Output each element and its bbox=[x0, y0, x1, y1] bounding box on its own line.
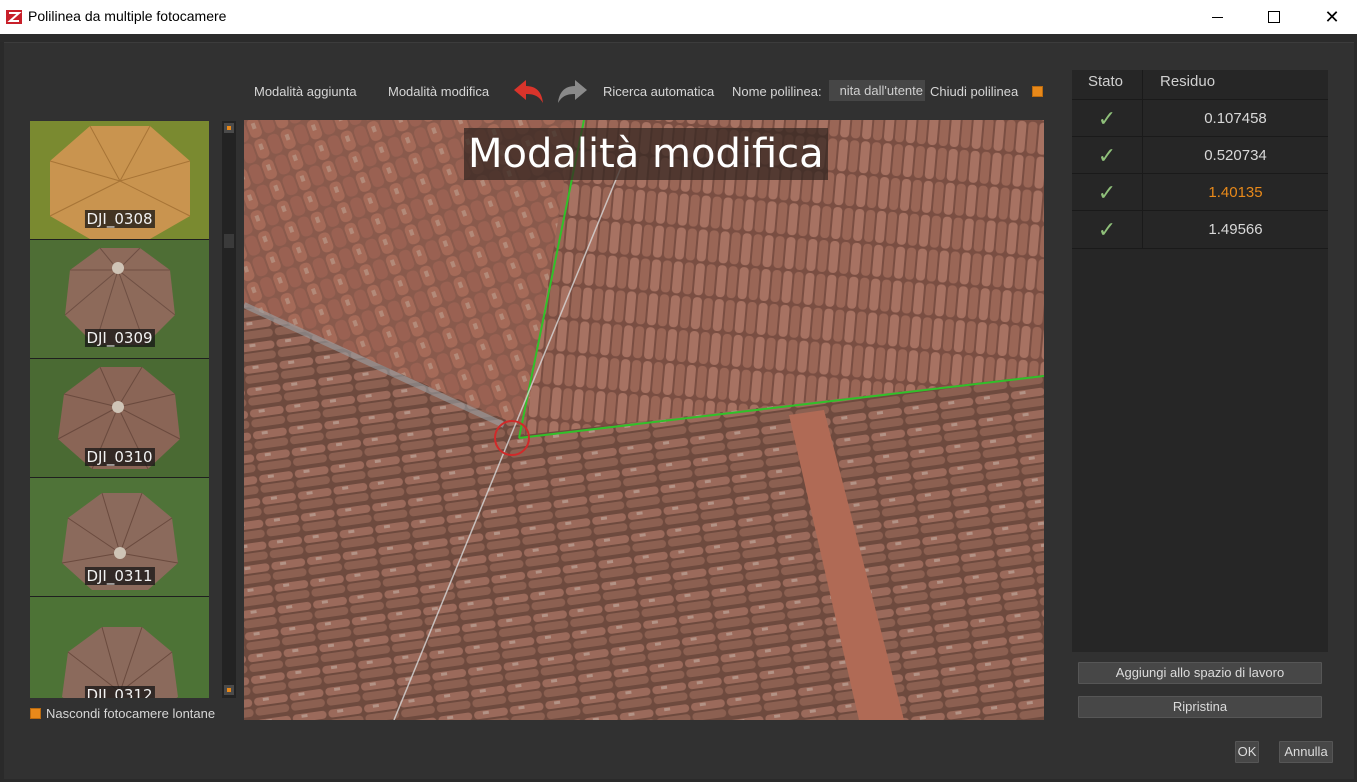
polyline-name-label: Nome polilinea: bbox=[732, 84, 822, 99]
app-logo-icon bbox=[6, 10, 22, 24]
add-mode-button[interactable]: Modalità aggiunta bbox=[254, 84, 357, 99]
mode-title-overlay: Modalità modifica bbox=[464, 128, 828, 180]
ok-button[interactable]: OK bbox=[1235, 741, 1259, 763]
cancel-button[interactable]: Annulla bbox=[1279, 741, 1333, 763]
table-row[interactable]: ✓ 0.520734 bbox=[1072, 136, 1328, 174]
thumbnail-label: DJI_0311 bbox=[84, 567, 155, 585]
thumbnail-scrollbar[interactable] bbox=[222, 121, 236, 698]
redo-icon[interactable] bbox=[555, 77, 589, 105]
status-column-header[interactable]: Stato bbox=[1088, 72, 1123, 102]
residual-value-highlighted: 1.40135 bbox=[1208, 184, 1263, 201]
table-row[interactable]: ✓ 1.40135 bbox=[1072, 173, 1328, 211]
residual-column-header[interactable]: Residuo bbox=[1160, 72, 1215, 102]
polyline-name-input[interactable]: nita dall'utente bbox=[829, 80, 925, 101]
residual-table: Stato Residuo ✓ 0.107458 ✓ 0.520734 ✓ 1.… bbox=[1072, 70, 1328, 652]
check-icon: ✓ bbox=[1072, 137, 1143, 174]
camera-thumbnail[interactable]: DJI_0312 bbox=[30, 597, 209, 698]
check-icon: ✓ bbox=[1072, 100, 1143, 137]
window-title: Polilinea da multiple fotocamere bbox=[28, 8, 227, 24]
camera-thumbnail[interactable]: DJI_0311 bbox=[30, 478, 209, 596]
maximize-button[interactable] bbox=[1245, 0, 1303, 34]
roof-photo bbox=[244, 120, 1044, 720]
table-row[interactable]: ✓ 0.107458 bbox=[1072, 99, 1328, 137]
check-icon: ✓ bbox=[1072, 211, 1143, 248]
hide-far-cameras-checkbox[interactable] bbox=[30, 708, 41, 719]
camera-thumbnail[interactable]: DJI_0308 bbox=[30, 121, 209, 239]
dialog-frame bbox=[0, 34, 1357, 42]
thumbnail-label: DJI_0310 bbox=[84, 448, 155, 466]
thumbnail-label: DJI_0312 bbox=[84, 686, 155, 698]
close-polyline-checkbox[interactable] bbox=[1032, 86, 1043, 97]
thumbnail-label: DJI_0308 bbox=[84, 210, 155, 228]
maximize-icon bbox=[1268, 11, 1280, 23]
add-to-workspace-button[interactable]: Aggiungi allo spazio di lavoro bbox=[1078, 662, 1322, 684]
column-divider bbox=[1142, 70, 1143, 100]
camera-thumbnail[interactable]: DJI_0309 bbox=[30, 240, 209, 358]
scroll-down-button[interactable] bbox=[224, 685, 234, 695]
camera-thumbnail[interactable]: DJI_0310 bbox=[30, 359, 209, 477]
residual-value: 0.520734 bbox=[1204, 147, 1267, 164]
hide-far-cameras-label: Nascondi fotocamere lontane bbox=[46, 706, 216, 721]
close-icon: ✕ bbox=[1324, 7, 1340, 27]
undo-icon[interactable] bbox=[512, 77, 546, 105]
scroll-up-icon bbox=[227, 126, 231, 130]
close-button[interactable]: ✕ bbox=[1303, 0, 1357, 34]
thumbnail-image bbox=[30, 597, 209, 698]
close-polyline-label: Chiudi polilinea bbox=[930, 84, 1019, 99]
minimize-button[interactable] bbox=[1188, 0, 1246, 34]
thumbnail-label: DJI_0309 bbox=[84, 329, 155, 347]
minimize-icon bbox=[1211, 16, 1223, 18]
title-bar: Polilinea da multiple fotocamere ✕ bbox=[0, 0, 1357, 34]
edit-mode-button[interactable]: Modalità modifica bbox=[388, 84, 489, 99]
residual-value: 1.49566 bbox=[1208, 221, 1263, 238]
reset-button[interactable]: Ripristina bbox=[1078, 696, 1322, 718]
check-icon: ✓ bbox=[1072, 174, 1143, 211]
table-row[interactable]: ✓ 1.49566 bbox=[1072, 210, 1328, 249]
scroll-thumb[interactable] bbox=[224, 234, 234, 248]
camera-thumbnail-list: DJI_0308 DJI_0309 DJI_0310 DJI_0311 DJI_… bbox=[30, 121, 209, 698]
image-viewport[interactable]: Modalità modifica bbox=[244, 120, 1044, 720]
residual-value: 0.107458 bbox=[1204, 110, 1267, 127]
polyline-name-value: nita dall'utente bbox=[839, 83, 923, 98]
scroll-down-icon bbox=[227, 688, 231, 692]
auto-search-button[interactable]: Ricerca automatica bbox=[603, 84, 714, 99]
scroll-up-button[interactable] bbox=[224, 123, 234, 133]
